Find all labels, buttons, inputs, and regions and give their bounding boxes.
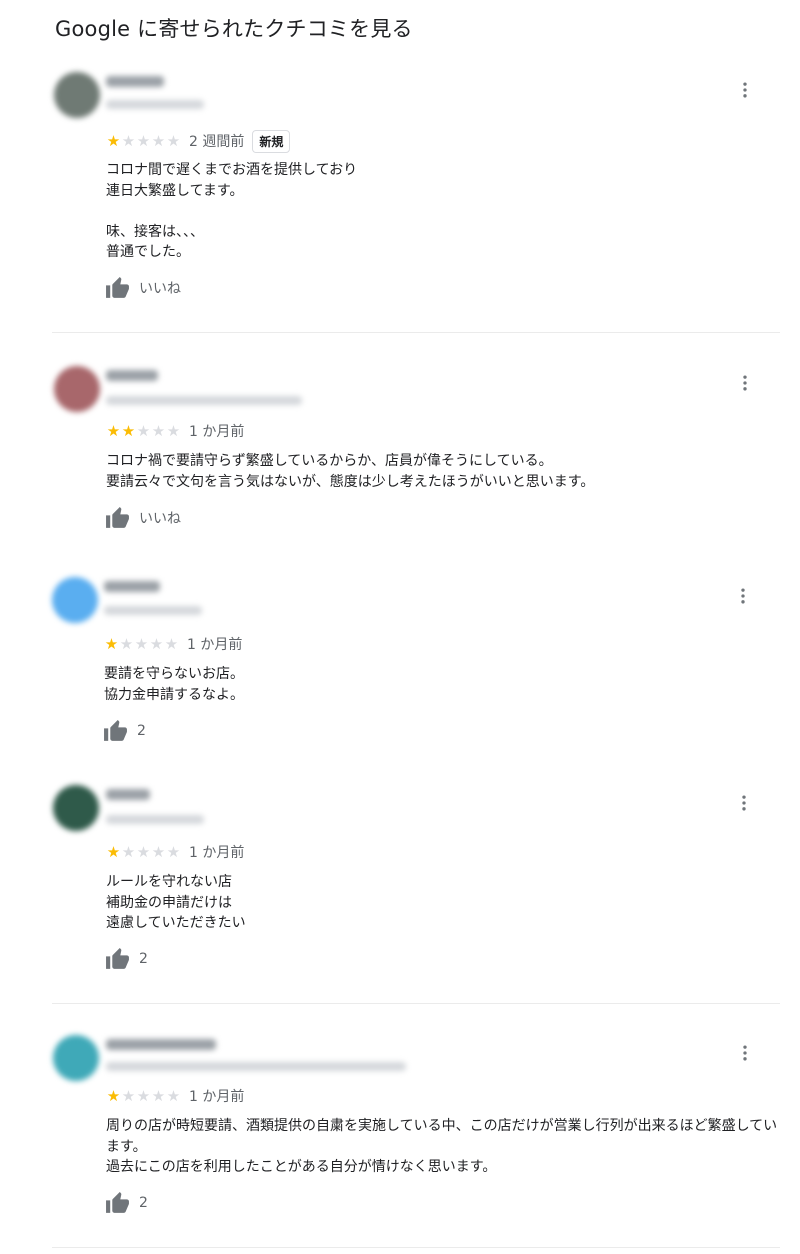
review-time: 1 か月前 [187,637,243,653]
like-button[interactable]: 2 [103,718,146,744]
review-time: 1 か月前 [189,845,245,861]
reviewer-name[interactable] [106,76,164,87]
review-text: コロナ間で遅くまでお酒を提供しており 連日大繁盛してます。 味、接客は、、、 普… [106,162,358,260]
reviewer-name[interactable] [106,789,150,800]
star-icon: ★ [106,1086,121,1105]
new-badge: 新規 [252,129,291,153]
thumb-up-icon [106,276,129,298]
more-vert-icon [742,795,746,811]
avatar[interactable] [52,577,98,623]
more-options-button[interactable] [731,584,755,608]
star-icon: ★ [164,634,179,653]
rating-row: ★ ★ ★ ★ ★ 2 週間前 新規 [106,129,291,153]
divider [52,1247,780,1248]
reviewer-name[interactable] [106,1039,216,1050]
star-icon: ★ [106,842,121,861]
avatar[interactable] [54,366,100,412]
like-button[interactable]: いいね [105,275,181,301]
star-rating: ★ ★ ★ ★ ★ [106,421,181,440]
star-rating: ★ ★ ★ ★ ★ [106,131,181,150]
like-label: いいね [139,511,181,527]
reviewer-name[interactable] [104,581,160,592]
like-button[interactable]: 2 [105,946,148,972]
divider [52,1003,780,1004]
more-vert-icon [743,375,747,391]
more-vert-icon [743,82,747,98]
like-label: 2 [137,723,146,739]
rating-row: ★ ★ ★ ★ ★ 1 か月前 [106,1086,245,1106]
star-icon: ★ [151,131,166,150]
star-icon: ★ [121,842,136,861]
star-icon: ★ [136,131,151,150]
star-icon: ★ [151,1086,166,1105]
star-icon: ★ [149,634,164,653]
thumb-up-icon [104,719,127,741]
star-icon: ★ [119,634,134,653]
star-icon: ★ [136,1086,151,1105]
review-time: 2 週間前 [189,134,245,150]
star-icon: ★ [121,131,136,150]
review-text: コロナ禍で要請守らず繁盛しているからか、店員が偉そうにしている。 要請云々で文句… [106,453,595,490]
star-icon: ★ [166,131,181,150]
star-icon: ★ [106,421,121,440]
star-icon: ★ [121,421,136,440]
like-button[interactable]: 2 [105,1190,148,1216]
star-rating: ★ ★ ★ ★ ★ [106,842,181,861]
more-vert-icon [743,1045,747,1061]
reviewer-meta [106,396,302,405]
review-text: 要請を守らないお店。 協力金申請するなよ。 [104,666,244,703]
review-text: 周りの店が時短要請、酒類提供の自粛を実施している中、この店だけが営業し行列が出来… [106,1118,778,1175]
review-time: 1 か月前 [189,424,245,440]
reviewer-meta [106,815,204,824]
like-label: 2 [139,1195,148,1211]
like-label: 2 [139,951,148,967]
more-options-button[interactable] [733,78,757,102]
star-icon: ★ [166,842,181,861]
avatar[interactable] [53,1035,99,1081]
star-icon: ★ [121,1086,136,1105]
like-label: いいね [139,281,181,297]
like-button[interactable]: いいね [105,505,181,531]
reviewer-meta [104,606,202,615]
rating-row: ★ ★ ★ ★ ★ 1 か月前 [106,842,245,862]
avatar[interactable] [53,785,99,831]
rating-row: ★ ★ ★ ★ ★ 1 か月前 [106,421,245,441]
star-icon: ★ [151,842,166,861]
reviewer-meta [106,1062,406,1071]
thumb-up-icon [106,506,129,528]
divider [52,332,780,333]
star-icon: ★ [166,421,181,440]
star-icon: ★ [136,421,151,440]
star-icon: ★ [134,634,149,653]
reviewer-name[interactable] [106,370,158,381]
review-time: 1 か月前 [189,1089,245,1105]
star-icon: ★ [104,634,119,653]
rating-row: ★ ★ ★ ★ ★ 1 か月前 [104,634,243,654]
reviewer-meta [106,100,204,109]
more-vert-icon [741,588,745,604]
more-options-button[interactable] [733,371,757,395]
star-icon: ★ [106,131,121,150]
star-rating: ★ ★ ★ ★ ★ [104,634,179,653]
more-options-button[interactable] [733,1041,757,1065]
star-icon: ★ [166,1086,181,1105]
avatar[interactable] [54,72,100,118]
more-options-button[interactable] [732,791,756,815]
star-icon: ★ [151,421,166,440]
star-rating: ★ ★ ★ ★ ★ [106,1086,181,1105]
thumb-up-icon [106,1191,129,1213]
thumb-up-icon [106,947,129,969]
review-text: ルールを守れない店 補助金の申請だけは 遠慮していただきたい [106,874,246,931]
page-title: Google に寄せられたクチコミを見る [55,17,413,41]
star-icon: ★ [136,842,151,861]
